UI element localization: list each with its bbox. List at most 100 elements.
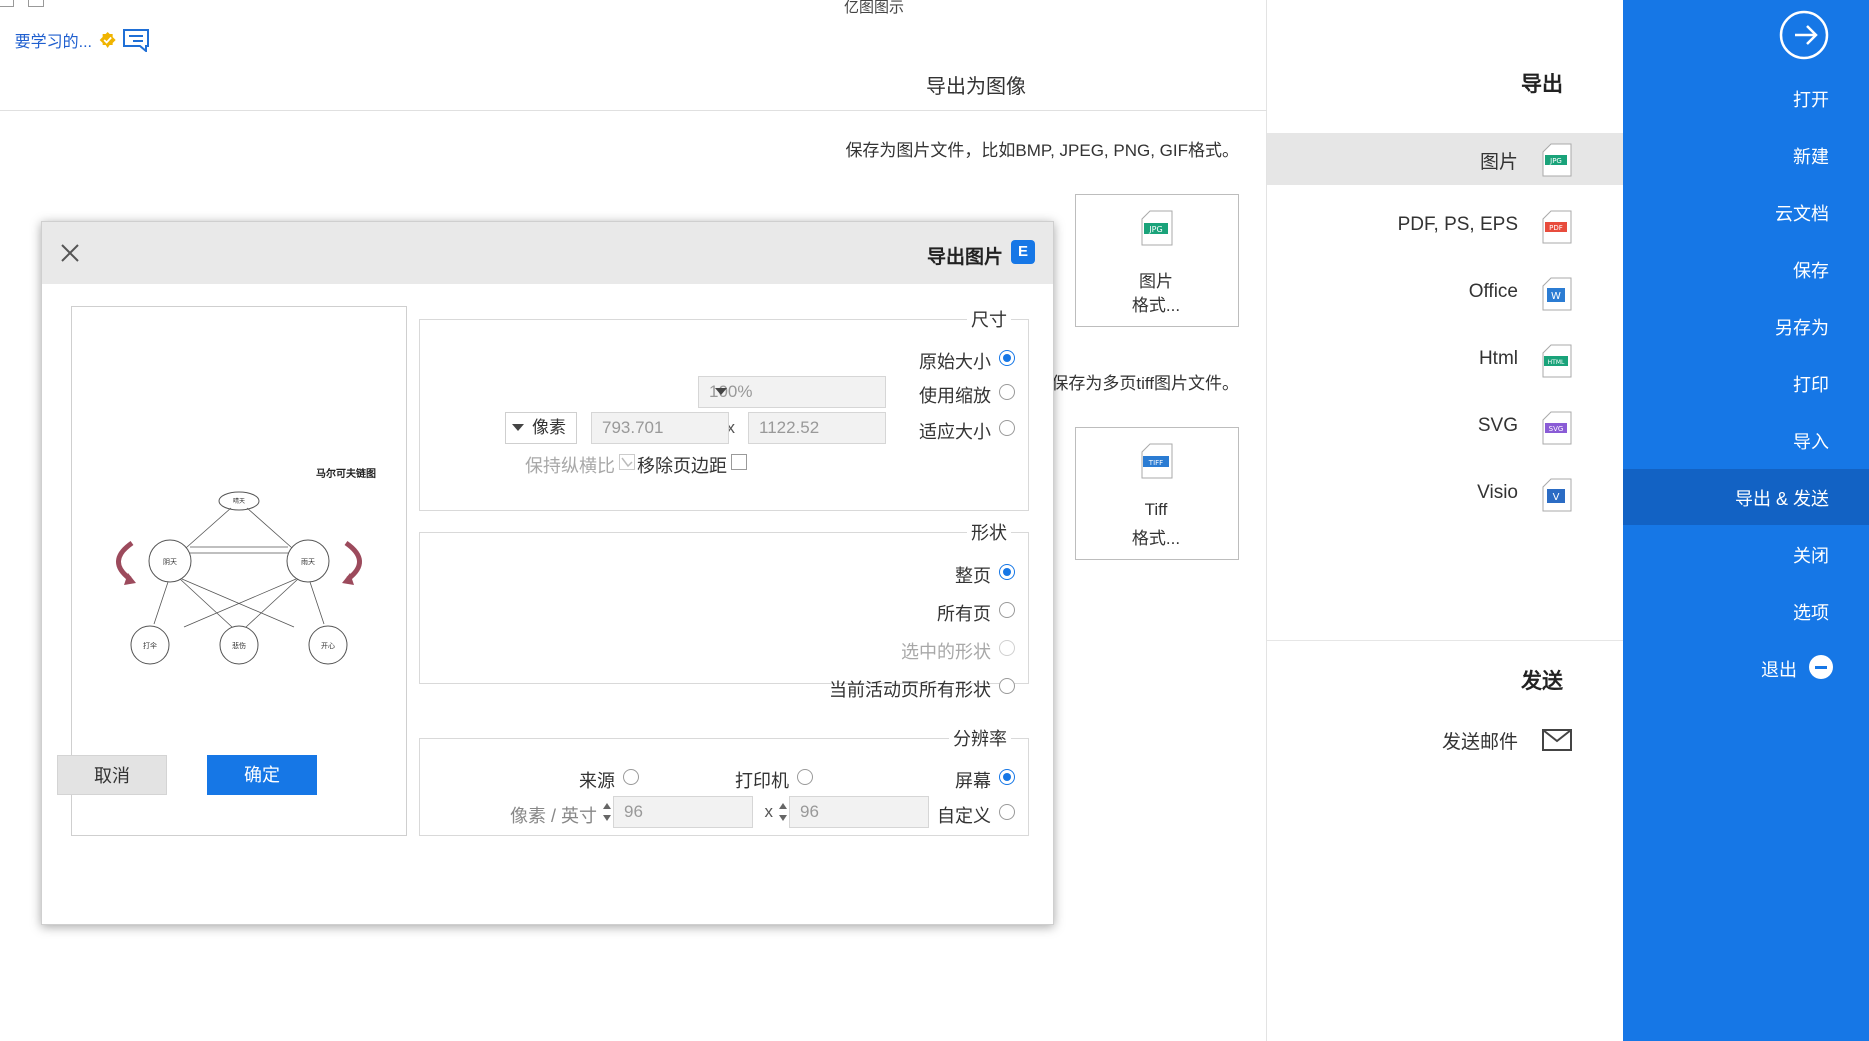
shape-current-all-label: 当前活动页所有形状 bbox=[829, 680, 991, 700]
preview-node-0: 晴天 bbox=[233, 497, 245, 505]
close-icon[interactable] bbox=[59, 242, 81, 264]
dpi-x-input[interactable]: 96 bbox=[789, 796, 929, 828]
sidebar-item-export-send[interactable]: 导出 & 发送 bbox=[1623, 469, 1869, 525]
format-item-svg[interactable]: SVG SVG bbox=[1267, 401, 1623, 453]
width-input[interactable]: 1122.52 bbox=[748, 412, 886, 444]
preview-node-2: 阴天 bbox=[163, 557, 177, 566]
size-original-label: 原始大小 bbox=[919, 352, 991, 372]
shape-all-label: 所有页 bbox=[937, 604, 991, 624]
format-item-pdf[interactable]: PDF PDF, PS, EPS bbox=[1267, 200, 1623, 252]
sidebar-item-new[interactable]: 新建 bbox=[1623, 127, 1869, 183]
dialog-titlebar: E 导出图片 bbox=[42, 222, 1053, 284]
keep-ratio-checkbox[interactable] bbox=[619, 454, 635, 470]
unit-dropdown-icon[interactable] bbox=[512, 424, 524, 431]
res-custom-radio[interactable] bbox=[999, 804, 1015, 820]
format-item-office[interactable]: W Office bbox=[1267, 267, 1623, 319]
sidebar-item-save-as[interactable]: 另存为 bbox=[1623, 298, 1869, 354]
sidebar-item-cloud[interactable]: 云文档 bbox=[1623, 184, 1869, 240]
height-input[interactable]: 793.701 bbox=[591, 412, 729, 444]
shape-group-title: 形状 bbox=[967, 519, 1011, 545]
format-item-visio[interactable]: V Visio bbox=[1267, 468, 1623, 520]
svg-text:TIFF: TIFF bbox=[1148, 459, 1163, 467]
jpg-file-icon: JPG bbox=[1542, 143, 1572, 177]
image-format-card[interactable]: JPG 图片 格式... bbox=[1075, 194, 1239, 327]
learn-link-label: 要学习的... bbox=[14, 34, 92, 51]
keep-ratio-label: 保持纵横比 bbox=[525, 456, 615, 476]
shape-selected-radio[interactable] bbox=[999, 640, 1015, 656]
ok-button[interactable]: 确定 bbox=[207, 755, 317, 795]
format-item-html[interactable]: HTML Html bbox=[1267, 334, 1623, 386]
svg-text:PDF: PDF bbox=[1549, 224, 1563, 232]
sidebar-item-close[interactable]: 关闭 bbox=[1623, 526, 1869, 582]
res-source-label: 来源 bbox=[579, 771, 615, 791]
export-panel: 导出 JPG 图片 PDF PDF, PS, EPS W Office HTML… bbox=[1266, 0, 1623, 1041]
preview-node-4: 悲伤 bbox=[232, 641, 246, 650]
comment-icon[interactable] bbox=[122, 28, 150, 52]
shape-all-radio[interactable] bbox=[999, 602, 1015, 618]
res-printer-radio[interactable] bbox=[797, 769, 813, 785]
sidebar-item-open[interactable]: 打开 bbox=[1623, 70, 1869, 126]
badge-check-icon bbox=[100, 32, 116, 48]
restore-icon[interactable] bbox=[0, 0, 14, 7]
remove-margin-label: 移除页边距 bbox=[637, 456, 727, 476]
back-arrow-icon[interactable] bbox=[1779, 10, 1829, 60]
visio-file-icon: V bbox=[1542, 478, 1572, 512]
dpi-y-spinner-icon[interactable] bbox=[601, 797, 613, 827]
res-custom-label: 自定义 bbox=[937, 806, 991, 826]
size-fit-label: 适应大小 bbox=[919, 422, 991, 442]
preview-node-5: 打伞 bbox=[143, 641, 157, 650]
jpg-file-icon: JPG bbox=[1141, 210, 1173, 246]
res-source-radio[interactable] bbox=[623, 769, 639, 785]
shape-current-all-radio[interactable] bbox=[999, 678, 1015, 694]
resolution-group-title: 分辨率 bbox=[949, 725, 1011, 751]
tiff-format-card[interactable]: TIFF Tiff 格式... bbox=[1075, 427, 1239, 560]
export-image-dialog: E 导出图片 尺寸 原始大小 使用缩放 100% 适应大小 1122.52 x … bbox=[41, 221, 1054, 925]
format-item-image[interactable]: JPG 图片 bbox=[1267, 133, 1623, 185]
sidebar-item-exit[interactable]: 退出 bbox=[1623, 640, 1869, 696]
tiff-file-icon: TIFF bbox=[1141, 443, 1173, 479]
res-screen-label: 屏幕 bbox=[955, 771, 991, 791]
mail-icon bbox=[1542, 729, 1572, 751]
size-original-radio[interactable] bbox=[999, 350, 1015, 366]
preview-node-3: 开心 bbox=[321, 642, 335, 650]
svg-text:JPG: JPG bbox=[1549, 157, 1562, 165]
dpi-x-spinner-icon[interactable] bbox=[777, 797, 789, 827]
preview-title: 马尔可夫链图 bbox=[316, 467, 376, 480]
tiff-description: 保存为多页tiff图片文件。 bbox=[1051, 374, 1239, 393]
send-heading: 发送 bbox=[1521, 670, 1563, 693]
content-heading: 导出为图像 bbox=[926, 76, 1026, 98]
app-logo-icon: E bbox=[1011, 240, 1035, 264]
sidebar: 打开 新建 云文档 保存 另存为 打印 导入 导出 & 发送 关闭 选项 退出 bbox=[1623, 0, 1869, 1041]
shape-page-radio[interactable] bbox=[999, 564, 1015, 580]
shape-page-label: 整页 bbox=[955, 566, 991, 586]
svg-text:V: V bbox=[1553, 492, 1560, 503]
export-heading: 导出 bbox=[1521, 73, 1563, 96]
size-group-title: 尺寸 bbox=[967, 306, 1011, 332]
dialog-title: 导出图片 bbox=[926, 247, 1003, 268]
scale-dropdown-icon[interactable] bbox=[715, 388, 727, 395]
learn-link[interactable]: 要学习的... bbox=[15, 28, 116, 52]
dpi-y-input[interactable]: 96 bbox=[613, 796, 753, 828]
exit-icon bbox=[1809, 655, 1833, 679]
sidebar-item-import[interactable]: 导入 bbox=[1623, 412, 1869, 468]
cancel-button[interactable]: 取消 bbox=[57, 755, 167, 795]
sidebar-item-save[interactable]: 保存 bbox=[1623, 241, 1869, 297]
res-screen-radio[interactable] bbox=[999, 769, 1015, 785]
size-scale-radio[interactable] bbox=[999, 384, 1015, 400]
size-scale-label: 使用缩放 bbox=[919, 386, 991, 406]
sidebar-item-print[interactable]: 打印 bbox=[1623, 355, 1869, 411]
remove-margin-checkbox[interactable] bbox=[731, 454, 747, 470]
window-title: 亿图图示 bbox=[844, 0, 905, 16]
content-divider bbox=[0, 110, 1267, 111]
sidebar-item-options[interactable]: 选项 bbox=[1623, 583, 1869, 639]
html-file-icon: HTML bbox=[1542, 344, 1572, 378]
size-fit-radio[interactable] bbox=[999, 420, 1015, 436]
shape-selected-label: 选中的形状 bbox=[901, 642, 991, 662]
minimize-icon[interactable] bbox=[28, 0, 44, 7]
preview-node-1: 雨天 bbox=[301, 558, 315, 566]
divider bbox=[1267, 640, 1623, 641]
svg-text:HTML: HTML bbox=[1548, 359, 1565, 366]
svg-text:JPG: JPG bbox=[1148, 225, 1162, 234]
send-mail-item[interactable]: 发送邮件 bbox=[1267, 715, 1623, 765]
word-file-icon: W bbox=[1542, 277, 1572, 311]
